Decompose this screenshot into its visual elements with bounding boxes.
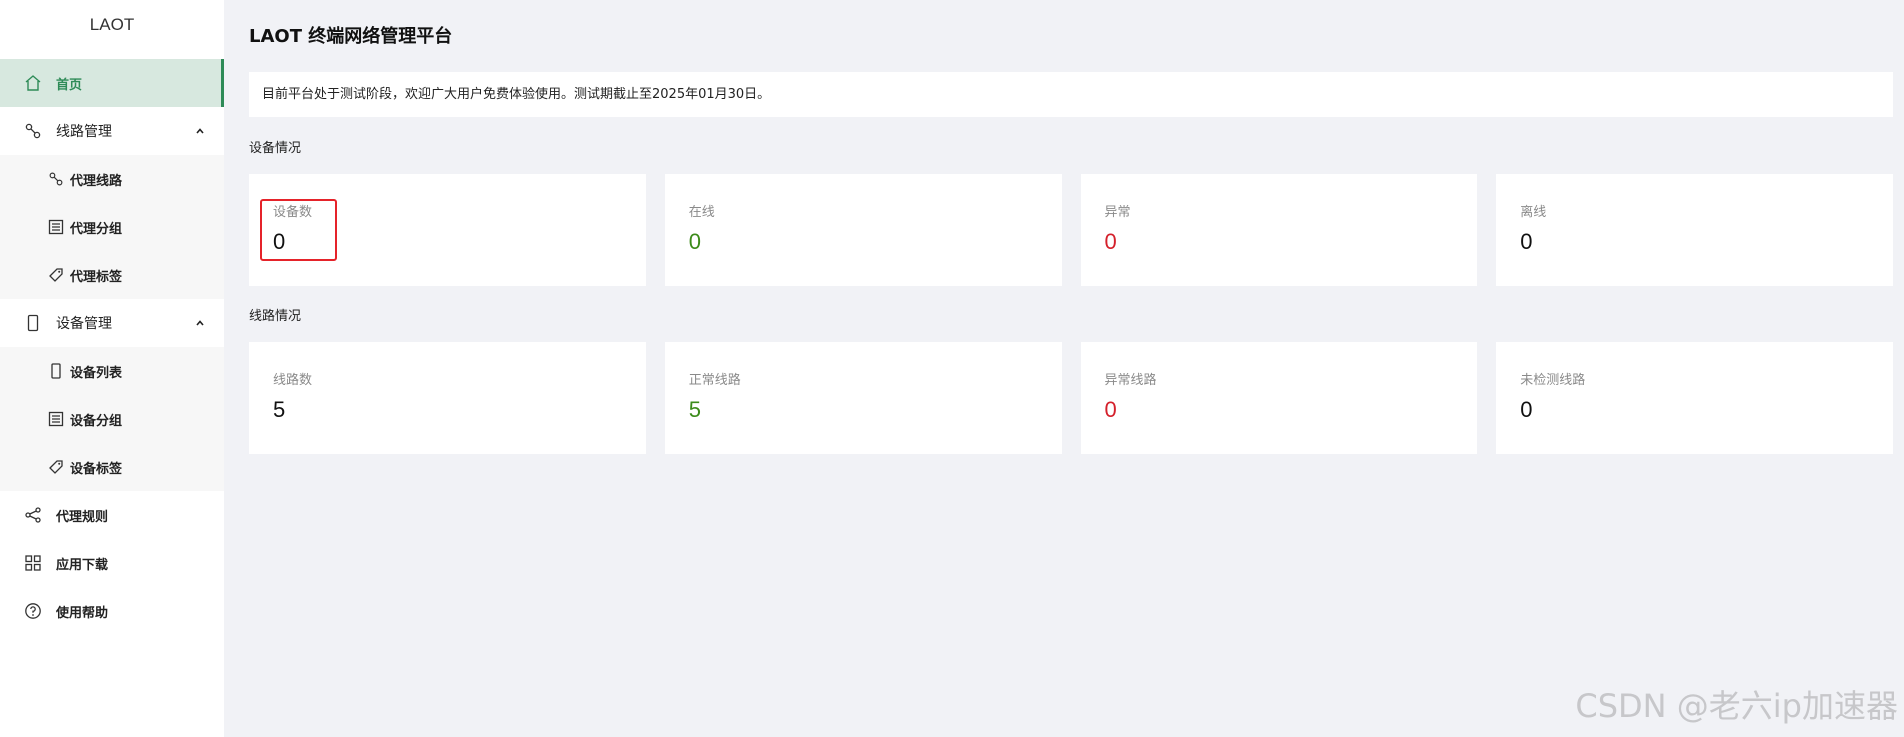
stat-label: 离线 xyxy=(1520,205,1547,220)
stat-value: 0 xyxy=(1520,397,1533,422)
tag-icon xyxy=(48,459,64,475)
group-icon xyxy=(48,411,64,427)
stat-label: 设备数 xyxy=(273,205,313,220)
chevron-up-icon xyxy=(194,125,206,137)
mobile-icon xyxy=(48,363,64,379)
stat-value: 5 xyxy=(273,397,286,422)
watermark: CSDN @老六ip加速器 xyxy=(1575,687,1898,725)
stat-label: 异常线路 xyxy=(1104,373,1157,388)
sidebar: LAOT 首页 线路管理 代理线路 代理分组 代理标签 设备管理 设备列表 设备… xyxy=(0,0,224,737)
line-stats-cards: 线路数 5 正常线路 5 异常线路 0 未检测线路 0 xyxy=(249,342,1893,454)
sidebar-item-label: 线路管理 xyxy=(56,124,112,140)
stat-value: 0 xyxy=(1104,397,1117,422)
sidebar-item-label: 应用下载 xyxy=(56,557,109,573)
stat-card-online: 在线 0 xyxy=(664,174,1062,286)
link-icon xyxy=(48,171,64,187)
link-icon xyxy=(24,122,42,140)
sidebar-item-label: 代理线路 xyxy=(70,173,123,189)
mobile-icon xyxy=(24,314,42,332)
stat-value: 0 xyxy=(1104,229,1117,254)
tag-icon xyxy=(48,267,64,283)
sidebar-item-label: 代理规则 xyxy=(56,509,109,525)
sidebar-item-proxy-group[interactable]: 代理分组 xyxy=(0,203,224,251)
sidebar-item-home[interactable]: 首页 xyxy=(0,59,224,107)
main-content: LAOT 终端网络管理平台 目前平台处于测试阶段，欢迎广大用户免费体验使用。测试… xyxy=(224,0,1904,737)
page-title: LAOT 终端网络管理平台 xyxy=(249,26,453,47)
stat-card-offline: 离线 0 xyxy=(1496,174,1893,286)
help-icon xyxy=(24,602,42,620)
sidebar-item-label: 代理标签 xyxy=(70,269,123,285)
stat-card-line-count: 线路数 5 xyxy=(249,342,646,454)
stat-card-device-count: 设备数 0 xyxy=(249,174,646,286)
sidebar-item-label: 设备列表 xyxy=(70,365,123,381)
sidebar-item-label: 设备分组 xyxy=(70,413,123,429)
sidebar-item-help[interactable]: 使用帮助 xyxy=(0,587,224,635)
sidebar-item-proxy-tag[interactable]: 代理标签 xyxy=(0,251,224,299)
stat-value: 5 xyxy=(688,397,701,422)
sidebar-item-device-management[interactable]: 设备管理 xyxy=(0,299,224,347)
stat-label: 正常线路 xyxy=(688,373,741,388)
group-icon xyxy=(48,219,64,235)
stat-value: 0 xyxy=(688,229,701,254)
sidebar-item-label: 设备标签 xyxy=(70,461,123,477)
sidebar-item-label: 代理分组 xyxy=(70,221,123,237)
sidebar-submenu-line: 代理线路 代理分组 代理标签 xyxy=(0,155,224,299)
stat-card-abnormal-lines: 异常线路 0 xyxy=(1080,342,1478,454)
device-section-title: 设备情况 xyxy=(249,141,302,156)
stat-label: 未检测线路 xyxy=(1520,373,1586,388)
sidebar-item-label: 设备管理 xyxy=(56,316,112,332)
stat-value: 0 xyxy=(1520,229,1533,254)
sidebar-item-line-management[interactable]: 线路管理 xyxy=(0,107,224,155)
sidebar-item-proxy-line[interactable]: 代理线路 xyxy=(0,155,224,203)
sidebar-item-proxy-rules[interactable]: 代理规则 xyxy=(0,491,224,539)
notice-banner: 目前平台处于测试阶段，欢迎广大用户免费体验使用。测试期截止至2025年01月30… xyxy=(249,72,1893,117)
sidebar-item-label: 首页 xyxy=(56,77,83,93)
sidebar-submenu-device: 设备列表 设备分组 设备标签 xyxy=(0,347,224,491)
stat-card-abnormal: 异常 0 xyxy=(1080,174,1478,286)
sidebar-item-device-tag[interactable]: 设备标签 xyxy=(0,443,224,491)
sidebar-item-device-list[interactable]: 设备列表 xyxy=(0,347,224,395)
app-root: LAOT 首页 线路管理 代理线路 代理分组 代理标签 设备管理 设备列表 设备… xyxy=(0,0,1904,737)
sidebar-item-app-download[interactable]: 应用下载 xyxy=(0,539,224,587)
sidebar-item-device-group[interactable]: 设备分组 xyxy=(0,395,224,443)
share-icon xyxy=(24,506,42,524)
stat-label: 异常 xyxy=(1104,205,1131,220)
grid-icon xyxy=(24,554,42,572)
stat-value: 0 xyxy=(273,229,286,254)
sidebar-item-label: 使用帮助 xyxy=(56,605,109,621)
stat-label: 在线 xyxy=(688,205,715,220)
stat-label: 线路数 xyxy=(273,373,313,388)
stat-card-normal-lines: 正常线路 5 xyxy=(664,342,1062,454)
chevron-up-icon xyxy=(194,317,206,329)
brand-logo[interactable]: LAOT xyxy=(0,0,224,50)
home-icon xyxy=(24,74,42,92)
sidebar-nav: 首页 线路管理 代理线路 代理分组 代理标签 设备管理 设备列表 设备分组 设备… xyxy=(0,59,224,635)
device-stats-cards: 设备数 0 在线 0 异常 0 离线 0 xyxy=(249,174,1893,286)
line-section-title: 线路情况 xyxy=(249,309,302,324)
stat-card-unchecked-lines: 未检测线路 0 xyxy=(1496,342,1893,454)
